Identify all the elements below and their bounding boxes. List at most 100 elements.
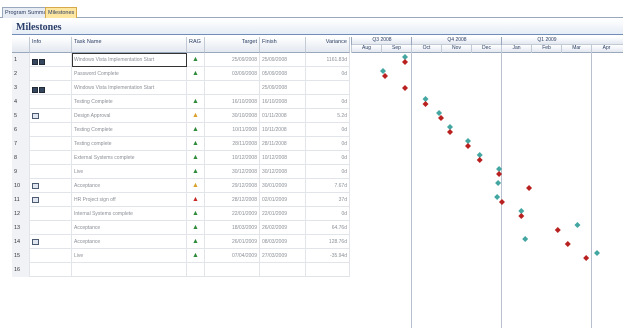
month-label: Mar xyxy=(561,45,591,53)
rag-triangle-icon: ▲ xyxy=(192,238,199,245)
table-row[interactable]: 12 Internal Systems complete ▲ 22/01/2009 22… xyxy=(12,207,350,221)
finish-milestone-marker[interactable] xyxy=(498,199,505,205)
variance-value: 7.67d xyxy=(306,179,350,193)
task-name[interactable]: Windows Vista Implementation Start xyxy=(72,81,187,95)
variance-value xyxy=(306,81,350,95)
header-rag[interactable]: RAG xyxy=(187,37,205,53)
task-name[interactable]: Testing complete xyxy=(72,137,187,151)
info-cell xyxy=(30,67,72,81)
task-name[interactable]: Acceptance xyxy=(72,235,187,249)
row-number: 14 xyxy=(12,235,30,249)
rag-indicator: ▲ xyxy=(187,221,205,235)
table-row[interactable]: 16 xyxy=(12,263,350,277)
rag-indicator xyxy=(187,263,205,277)
task-name[interactable]: Live xyxy=(72,249,187,263)
table-row[interactable]: 5 Design Approval ▲ 30/10/2008 01/11/2008 5.2… xyxy=(12,109,350,123)
finish-milestone-marker[interactable] xyxy=(382,73,388,79)
header-variance[interactable]: Variance xyxy=(306,37,350,53)
finish-milestone-marker[interactable] xyxy=(564,241,571,247)
finish-milestone-marker[interactable] xyxy=(554,227,561,233)
table-row[interactable]: 11 HR Project sign off ▲ 28/12/2008 02/01/20… xyxy=(12,193,350,207)
task-name[interactable]: Internal Systems complete xyxy=(72,207,187,221)
table-row[interactable]: 6 Testing Complete ▲ 10/11/2008 10/11/2008 0d xyxy=(12,123,350,137)
table-row[interactable]: 1 Windows Vista Implementation Start ▲ 25/0… xyxy=(12,53,350,67)
finish-milestone-marker[interactable] xyxy=(422,101,429,107)
task-name[interactable]: Testing Complete xyxy=(72,123,187,137)
row-number: 10 xyxy=(12,179,30,193)
header-target[interactable]: Target xyxy=(205,37,260,53)
target-date xyxy=(205,263,260,277)
header-task-name[interactable]: Task Name xyxy=(72,37,187,53)
row-number: 1 xyxy=(12,53,30,67)
info-cell xyxy=(30,123,72,137)
task-name[interactable] xyxy=(72,263,187,277)
finish-milestone-marker[interactable] xyxy=(465,143,471,149)
task-name[interactable]: Password Complete xyxy=(72,67,187,81)
target-date: 28/12/2008 xyxy=(205,193,260,207)
info-cell xyxy=(30,53,72,67)
variance-value: -35.94d xyxy=(306,249,350,263)
task-name[interactable]: Live xyxy=(72,165,187,179)
row-number: 15 xyxy=(12,249,30,263)
table-row[interactable]: 7 Testing complete ▲ 28/11/2008 28/11/2008 0d xyxy=(12,137,350,151)
info-cell xyxy=(30,221,72,235)
finish-milestone-marker[interactable] xyxy=(447,129,453,135)
table-row[interactable]: 4 Testing Complete ▲ 16/10/2008 16/10/2008 0d xyxy=(12,95,350,109)
info-cell xyxy=(30,179,72,193)
table-row[interactable]: 13 Acceptance ▲ 18/03/2009 26/02/2009 64.76d xyxy=(12,221,350,235)
target-milestone-marker[interactable] xyxy=(522,236,529,242)
finish-date: 16/10/2008 xyxy=(260,95,306,109)
task-name[interactable]: Acceptance xyxy=(72,221,187,235)
table-row[interactable]: 10 Acceptance ▲ 29/12/2008 30/01/2009 7.67d xyxy=(12,179,350,193)
rag-indicator: ▲ xyxy=(187,249,205,263)
table-row[interactable]: 15 Live ▲ 07/04/2009 27/03/2009 -35.94d xyxy=(12,249,350,263)
variance-value: 0d xyxy=(306,137,350,151)
table-row[interactable]: 2 Password Complete ▲ 03/09/2008 05/09/2008 0… xyxy=(12,67,350,81)
task-name[interactable]: Acceptance xyxy=(72,179,187,193)
finish-milestone-marker[interactable] xyxy=(476,157,483,163)
target-milestone-marker[interactable] xyxy=(495,180,502,186)
gantt-body[interactable] xyxy=(351,53,623,328)
header-finish[interactable]: Finish xyxy=(260,37,306,53)
header-row-number xyxy=(12,37,30,53)
task-name[interactable]: Testing Complete xyxy=(72,95,187,109)
rag-indicator: ▲ xyxy=(187,137,205,151)
finish-milestone-marker[interactable] xyxy=(583,255,590,261)
task-name[interactable]: HR Project sign off xyxy=(72,193,187,207)
variance-value: 5.2d xyxy=(306,109,350,123)
finish-milestone-marker[interactable] xyxy=(518,213,525,219)
table-row[interactable]: 14 Acceptance ▲ 26/01/2009 08/03/2009 128.76d xyxy=(12,235,350,249)
target-milestone-marker[interactable] xyxy=(594,250,600,256)
tab-milestones[interactable]: Milestones xyxy=(45,7,78,18)
info-cell xyxy=(30,235,72,249)
target-date: 03/09/2008 xyxy=(205,67,260,81)
finish-milestone-marker[interactable] xyxy=(438,115,444,121)
table-row[interactable]: 9 Live ▲ 30/12/2008 30/12/2008 0d xyxy=(12,165,350,179)
task-name[interactable]: Windows Vista Implementation Start xyxy=(72,53,187,67)
header-info[interactable]: Info xyxy=(30,37,72,53)
task-name[interactable]: Design Approval xyxy=(72,109,187,123)
info-cell xyxy=(30,109,72,123)
target-milestone-marker[interactable] xyxy=(380,68,386,74)
month-label: Dec xyxy=(471,45,501,53)
table-row[interactable]: 3 Windows Vista Implementation Start 25/09… xyxy=(12,81,350,95)
month-label: Jan xyxy=(501,45,531,53)
info-cell xyxy=(30,263,72,277)
table-row[interactable]: 8 External Systems complete ▲ 10/12/2008 10/… xyxy=(12,151,350,165)
target-milestone-marker[interactable] xyxy=(574,222,581,228)
target-milestone-marker[interactable] xyxy=(436,110,443,116)
target-date: 10/11/2008 xyxy=(205,123,260,137)
finish-milestone-marker[interactable] xyxy=(526,185,533,191)
finish-date: 05/09/2008 xyxy=(260,67,306,81)
task-name[interactable]: External Systems complete xyxy=(72,151,187,165)
target-milestone-marker[interactable] xyxy=(494,194,501,200)
finish-milestone-marker[interactable] xyxy=(402,85,408,91)
row-number: 4 xyxy=(12,95,30,109)
notes-icon xyxy=(32,182,39,189)
row-number: 12 xyxy=(12,207,30,221)
finish-milestone-marker[interactable] xyxy=(496,171,503,177)
finish-milestone-marker[interactable] xyxy=(402,59,408,65)
target-date: 28/11/2008 xyxy=(205,137,260,151)
info-cell xyxy=(30,137,72,151)
variance-value: 0d xyxy=(306,67,350,81)
